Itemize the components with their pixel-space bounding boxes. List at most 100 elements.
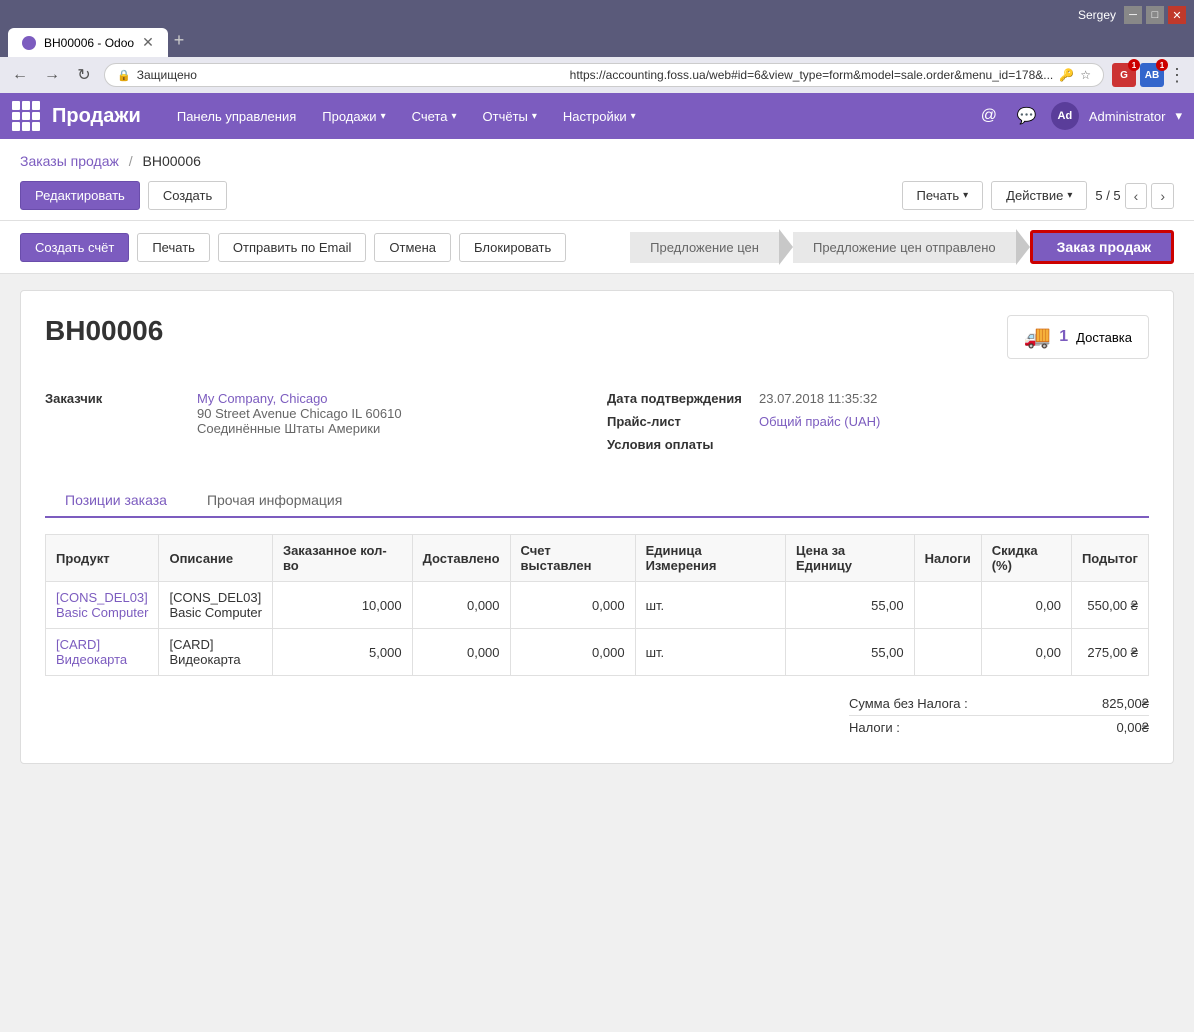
cell-invoiced: 0,000 [510, 582, 635, 629]
payment-label: Условия оплаты [607, 437, 747, 452]
col-product: Продукт [46, 535, 159, 582]
create-invoice-button[interactable]: Создать счёт [20, 233, 129, 262]
col-subtotal: Подытог [1071, 535, 1148, 582]
product-link[interactable]: [CONS_DEL03] [56, 590, 148, 605]
pagination: 5 / 5 ‹ › [1095, 183, 1174, 209]
product-link[interactable]: [CARD] [56, 637, 100, 652]
cell-uom: шт. [635, 582, 785, 629]
avatar[interactable]: Ad [1051, 102, 1079, 130]
chevron-down-icon: ▾ [631, 111, 636, 122]
browser-menu-icon[interactable]: ⋮ [1168, 65, 1186, 86]
totals-table: Сумма без Налога : 825,00₴ Налоги : 0,00… [849, 692, 1149, 739]
col-delivered: Доставлено [412, 535, 510, 582]
subtotal-value: 825,00₴ [1069, 696, 1149, 711]
cell-product[interactable]: [CONS_DEL03] Basic Computer [46, 582, 159, 629]
tab-close-icon[interactable]: ✕ [142, 34, 154, 51]
delivery-badge[interactable]: 🚚 1 Доставка [1007, 315, 1149, 359]
table-row[interactable]: [CONS_DEL03] Basic Computer [CONS_DEL03]… [46, 582, 1149, 629]
nav-menu: Панель управления Продажи ▾ Счета ▾ Отчё… [165, 101, 975, 132]
table-row[interactable]: [CARD] Видеокарта [CARD] Видеокарта 5,00… [46, 629, 1149, 676]
nav-item-invoices[interactable]: Счета ▾ [400, 101, 469, 132]
customer-label: Заказчик [45, 391, 185, 436]
new-tab-button[interactable]: + [168, 30, 191, 57]
chevron-down-icon: ▾ [381, 111, 386, 122]
cell-uom: шт. [635, 629, 785, 676]
cell-delivered: 0,000 [412, 582, 510, 629]
order-lines-table: Продукт Описание Заказанное кол-во Доста… [45, 534, 1149, 676]
print2-button[interactable]: Печать [137, 233, 210, 262]
url-text: https://accounting.foss.ua/web#id=6&view… [570, 68, 1054, 82]
nav-item-settings[interactable]: Настройки ▾ [551, 101, 648, 132]
totals-section: Сумма без Налога : 825,00₴ Налоги : 0,00… [45, 692, 1149, 739]
nav-item-sales[interactable]: Продажи ▾ [310, 101, 397, 132]
bookmark-icon[interactable]: 🔑 [1059, 68, 1074, 82]
block-button[interactable]: Блокировать [459, 233, 566, 262]
cancel-button[interactable]: Отмена [374, 233, 451, 262]
address-bar[interactable]: 🔒 Защищено https://accounting.foss.ua/we… [104, 63, 1104, 87]
lock-icon: 🔒 [117, 69, 131, 82]
browser-user: Sergey [1078, 8, 1116, 22]
tax-label: Налоги : [849, 720, 900, 735]
secure-label: Защищено [137, 68, 564, 82]
cell-delivered: 0,000 [412, 629, 510, 676]
cell-subtotal: 550,00 ₴ [1071, 582, 1148, 629]
tab-favicon [22, 36, 36, 50]
cell-taxes [914, 582, 981, 629]
send-email-button[interactable]: Отправить по Email [218, 233, 366, 262]
reload-button[interactable]: ↻ [72, 63, 96, 87]
status-step-1[interactable]: Предложение цен [630, 229, 793, 265]
truck-icon: 🚚 [1024, 324, 1051, 350]
col-invoiced: Счет выставлен [510, 535, 635, 582]
apps-grid-icon[interactable] [12, 101, 42, 131]
user-menu-caret[interactable]: ▾ [1175, 108, 1182, 124]
product-sub-link[interactable]: Видеокарта [56, 652, 127, 667]
cell-qty-ordered: 5,000 [272, 629, 412, 676]
cell-price: 55,00 [786, 629, 915, 676]
maximize-btn[interactable]: □ [1146, 6, 1164, 24]
status-step-2[interactable]: Предложение цен отправлено [793, 229, 1030, 265]
tab-other-info[interactable]: Прочая информация [187, 484, 362, 518]
tax-value: 0,00₴ [1069, 720, 1149, 735]
chat-icon[interactable]: 💬 [1013, 102, 1041, 130]
status-step-3[interactable]: Заказ продаж [1030, 230, 1174, 264]
tab-order-lines[interactable]: Позиции заказа [45, 484, 187, 518]
order-number: ВН00006 [45, 315, 163, 347]
email-icon[interactable]: @ [975, 102, 1003, 130]
minimize-btn[interactable]: ─ [1124, 6, 1142, 24]
cell-qty-ordered: 10,000 [272, 582, 412, 629]
confirm-date-label: Дата подтверждения [607, 391, 747, 406]
print-button[interactable]: Печать ▾ [902, 181, 984, 210]
forward-button[interactable]: → [40, 63, 64, 87]
close-btn[interactable]: ✕ [1168, 6, 1186, 24]
subtotal-row: Сумма без Налога : 825,00₴ [849, 692, 1149, 715]
status-arrow-1 [779, 229, 793, 265]
desc-main: [CARD] [169, 637, 213, 652]
customer-name[interactable]: My Company, Chicago [197, 391, 328, 406]
breadcrumb-parent[interactable]: Заказы продаж [20, 153, 119, 169]
pricelist-value[interactable]: Общий прайс (UAH) [759, 414, 880, 429]
edit-button[interactable]: Редактировать [20, 181, 140, 210]
back-button[interactable]: ← [8, 63, 32, 87]
product-sub-link[interactable]: Basic Computer [56, 605, 148, 620]
delivery-label: Доставка [1076, 330, 1132, 345]
chevron-down-icon: ▾ [1067, 190, 1072, 201]
nav-item-dashboard[interactable]: Панель управления [165, 101, 308, 132]
top-navigation: Продажи Панель управления Продажи ▾ Счет… [0, 93, 1194, 139]
create-button[interactable]: Создать [148, 181, 227, 210]
browser-tab[interactable]: ВН00006 - Odoo ✕ [8, 28, 168, 57]
cell-discount: 0,00 [981, 629, 1071, 676]
next-record-button[interactable]: › [1151, 183, 1174, 209]
status-label-order: Заказ продаж [1030, 230, 1174, 264]
ext-icon-2[interactable]: АВ 1 [1140, 63, 1164, 87]
prev-record-button[interactable]: ‹ [1125, 183, 1148, 209]
user-name[interactable]: Administrator [1089, 109, 1166, 124]
customer-country: Соединённые Штаты Америки [197, 421, 380, 436]
order-info: Заказчик My Company, Chicago 90 Street A… [45, 391, 1149, 460]
second-action-bar: Создать счёт Печать Отправить по Email О… [0, 221, 1194, 274]
ext-icon-1[interactable]: G 1 [1112, 63, 1136, 87]
star-icon[interactable]: ☆ [1080, 68, 1091, 82]
desc-main: [CONS_DEL03] [169, 590, 261, 605]
cell-product[interactable]: [CARD] Видеокарта [46, 629, 159, 676]
action-button[interactable]: Действие ▾ [991, 181, 1087, 210]
nav-item-reports[interactable]: Отчёты ▾ [471, 101, 549, 132]
